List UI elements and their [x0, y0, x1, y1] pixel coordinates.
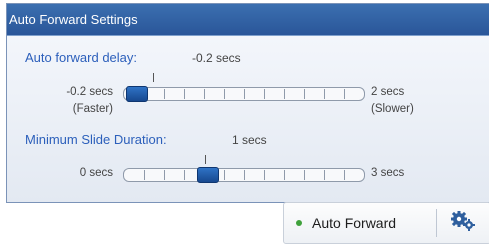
- delay-max-label: 2 secs: [371, 86, 405, 98]
- slider-tick: [324, 170, 325, 180]
- auto-forward-settings-panel: Auto Forward Settings Auto forward delay…: [6, 3, 489, 203]
- slider-tick: [344, 89, 345, 99]
- footer-divider: [436, 209, 437, 237]
- status-dot-icon: [296, 220, 302, 226]
- delay-value: -0.2 secs: [192, 51, 241, 65]
- slider-tick: [184, 89, 185, 99]
- min-duration-min-label: 0 secs: [79, 167, 113, 179]
- slider-tick: [244, 170, 245, 180]
- gears-icon: [450, 210, 476, 237]
- min-duration-max-label: 3 secs: [371, 167, 405, 179]
- slider-tick: [144, 170, 145, 180]
- min-duration-default-marker: [205, 155, 206, 164]
- slider-tick: [304, 89, 305, 99]
- delay-label: Auto forward delay:: [25, 50, 138, 65]
- slider-tick: [264, 89, 265, 99]
- slider-tick: [204, 89, 205, 99]
- min-duration-label: Minimum Slide Duration:: [25, 132, 167, 147]
- slider-tick: [324, 89, 325, 99]
- slider-tick: [284, 170, 285, 180]
- min-duration-slider-thumb[interactable]: [197, 167, 219, 183]
- slider-tick: [284, 89, 285, 99]
- slider-tick: [164, 170, 165, 180]
- slider-tick: [304, 170, 305, 180]
- delay-min-label: -0.2 secs: [66, 86, 113, 98]
- min-duration-slider[interactable]: [123, 167, 365, 183]
- delay-default-marker: [153, 73, 154, 82]
- slider-tick: [264, 170, 265, 180]
- ribbon-footer: Auto Forward: [283, 202, 489, 244]
- delay-slider[interactable]: [123, 86, 365, 102]
- slider-tick: [164, 89, 165, 99]
- slider-tick: [224, 170, 225, 180]
- settings-button[interactable]: [444, 209, 482, 237]
- slider-tick: [344, 170, 345, 180]
- delay-min-hint: (Faster): [72, 103, 113, 115]
- auto-forward-label: Auto Forward: [312, 215, 397, 231]
- auto-forward-button[interactable]: Auto Forward: [284, 203, 436, 243]
- slider-tick: [224, 89, 225, 99]
- min-duration-value: 1 secs: [232, 133, 267, 147]
- delay-slider-thumb[interactable]: [126, 86, 148, 102]
- panel-body: Auto forward delay: -0.2 secs -0.2 secs …: [7, 36, 489, 202]
- delay-max-hint: (Slower): [371, 103, 414, 115]
- slider-tick: [244, 89, 245, 99]
- slider-tick: [184, 170, 185, 180]
- panel-title: Auto Forward Settings: [7, 4, 489, 36]
